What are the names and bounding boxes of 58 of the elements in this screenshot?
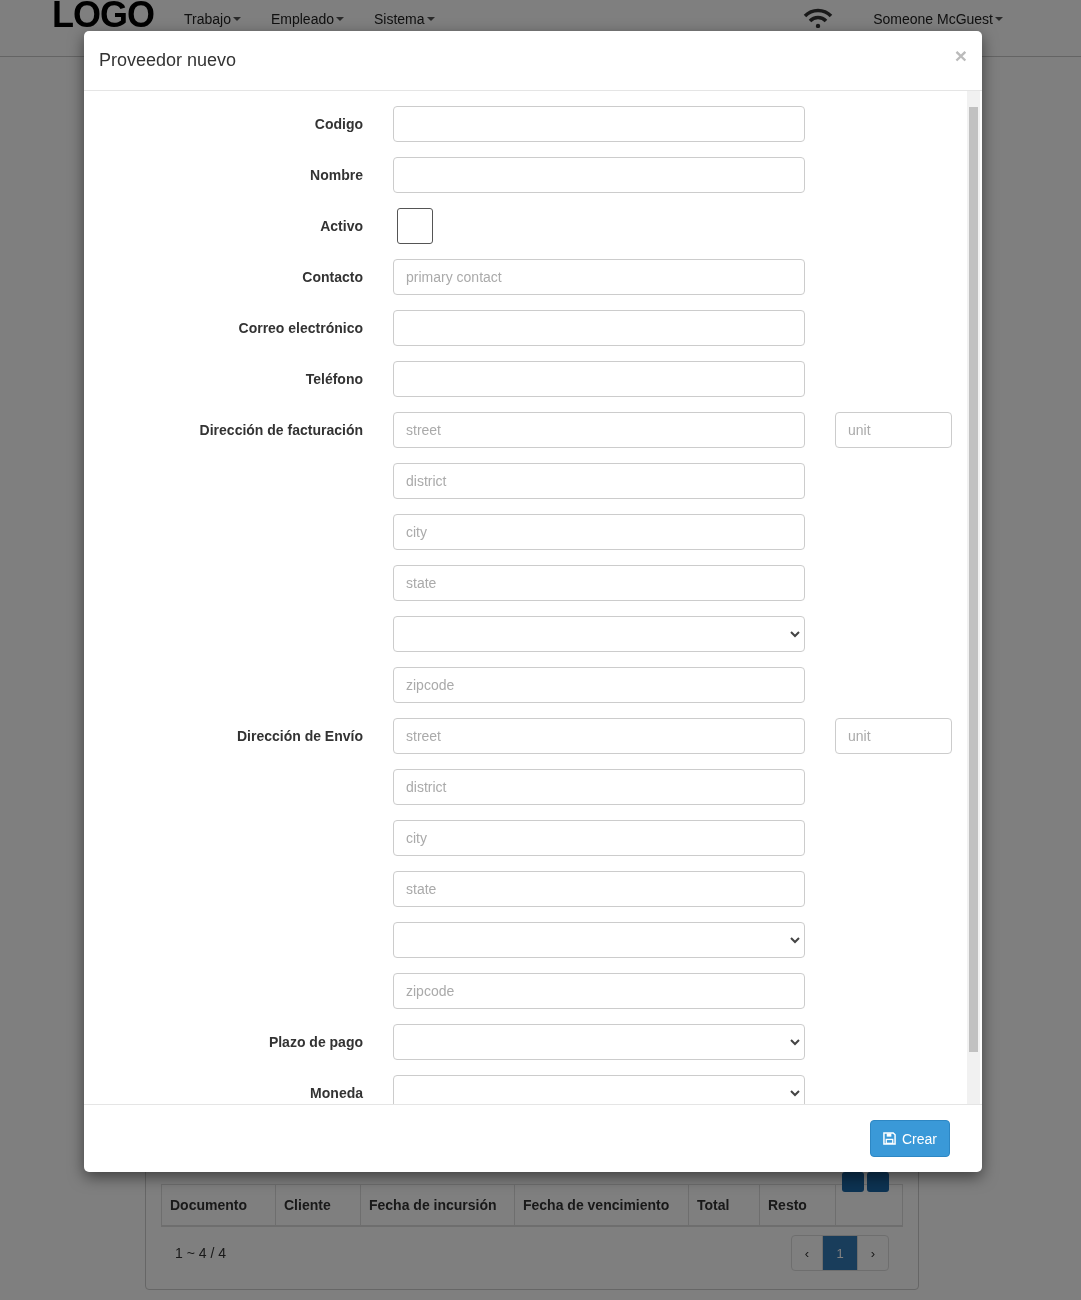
input-field[interactable]: zipcode: [393, 667, 805, 703]
save-icon: [883, 1132, 896, 1145]
select-field[interactable]: [393, 922, 805, 958]
field-label: Codigo: [313, 116, 363, 132]
column-header: Fecha de incursión: [361, 1185, 515, 1225]
column-header: Fecha de vencimiento: [515, 1185, 689, 1225]
user-menu[interactable]: Someone McGuest: [873, 11, 1003, 27]
input-field[interactable]: street: [393, 412, 805, 448]
page-range: 1 ~ 4 / 4: [175, 1245, 226, 1261]
input-field[interactable]: state: [393, 565, 805, 601]
wifi-icon: [803, 8, 834, 28]
menu-dropdown[interactable]: Empleado: [270, 11, 344, 27]
field-label: Activo: [319, 218, 363, 234]
field-label: Nombre: [309, 167, 363, 183]
input-field[interactable]: [393, 106, 805, 142]
small-button[interactable]: [867, 1172, 889, 1192]
input-field[interactable]: primary contact: [393, 259, 805, 295]
input-field[interactable]: city: [393, 820, 805, 856]
column-header: Cliente: [276, 1185, 361, 1225]
input-field[interactable]: zipcode: [393, 973, 805, 1009]
scrollbar[interactable]: [967, 91, 980, 1104]
page-link[interactable]: ‹: [792, 1236, 822, 1270]
chevron-down-icon: [790, 630, 800, 638]
column-header: Total: [689, 1185, 760, 1225]
field-label: Moneda: [309, 1085, 363, 1101]
field-label: Dirección de facturación: [198, 422, 363, 438]
page-link[interactable]: 1: [822, 1236, 857, 1270]
menu-dropdown[interactable]: Sistema: [374, 11, 435, 27]
chevron-down-icon: [790, 1089, 800, 1097]
column-header: Resto: [760, 1185, 836, 1225]
select-field[interactable]: [393, 616, 805, 652]
create-button[interactable]: Crear: [870, 1120, 950, 1157]
input-field[interactable]: unit: [835, 412, 952, 448]
input-field[interactable]: district: [393, 463, 805, 499]
input-field[interactable]: unit: [835, 718, 952, 754]
input-field[interactable]: district: [393, 769, 805, 805]
select-field[interactable]: [393, 1075, 805, 1104]
menu-dropdown[interactable]: Trabajo: [184, 11, 241, 27]
small-button[interactable]: [842, 1172, 864, 1192]
field-label: Correo electrónico: [237, 320, 363, 336]
input-field[interactable]: [393, 361, 805, 397]
field-label: Plazo de pago: [267, 1034, 363, 1050]
modal-title: Proveedor nuevo: [99, 50, 237, 71]
field-label: Dirección de Envío: [235, 728, 363, 744]
field-label: Contacto: [301, 269, 363, 285]
field-label: Teléfono: [304, 371, 363, 387]
column-header: Documento: [162, 1185, 276, 1225]
select-field[interactable]: [393, 1024, 805, 1060]
input-field[interactable]: [393, 157, 805, 193]
input-field[interactable]: street: [393, 718, 805, 754]
page-link[interactable]: ›: [857, 1236, 888, 1270]
checkbox[interactable]: [397, 208, 433, 244]
chevron-down-icon: [790, 1038, 800, 1046]
input-field[interactable]: [393, 310, 805, 346]
logo[interactable]: LOGO: [52, 0, 154, 30]
input-field[interactable]: city: [393, 514, 805, 550]
chevron-down-icon: [790, 936, 800, 944]
input-field[interactable]: state: [393, 871, 805, 907]
